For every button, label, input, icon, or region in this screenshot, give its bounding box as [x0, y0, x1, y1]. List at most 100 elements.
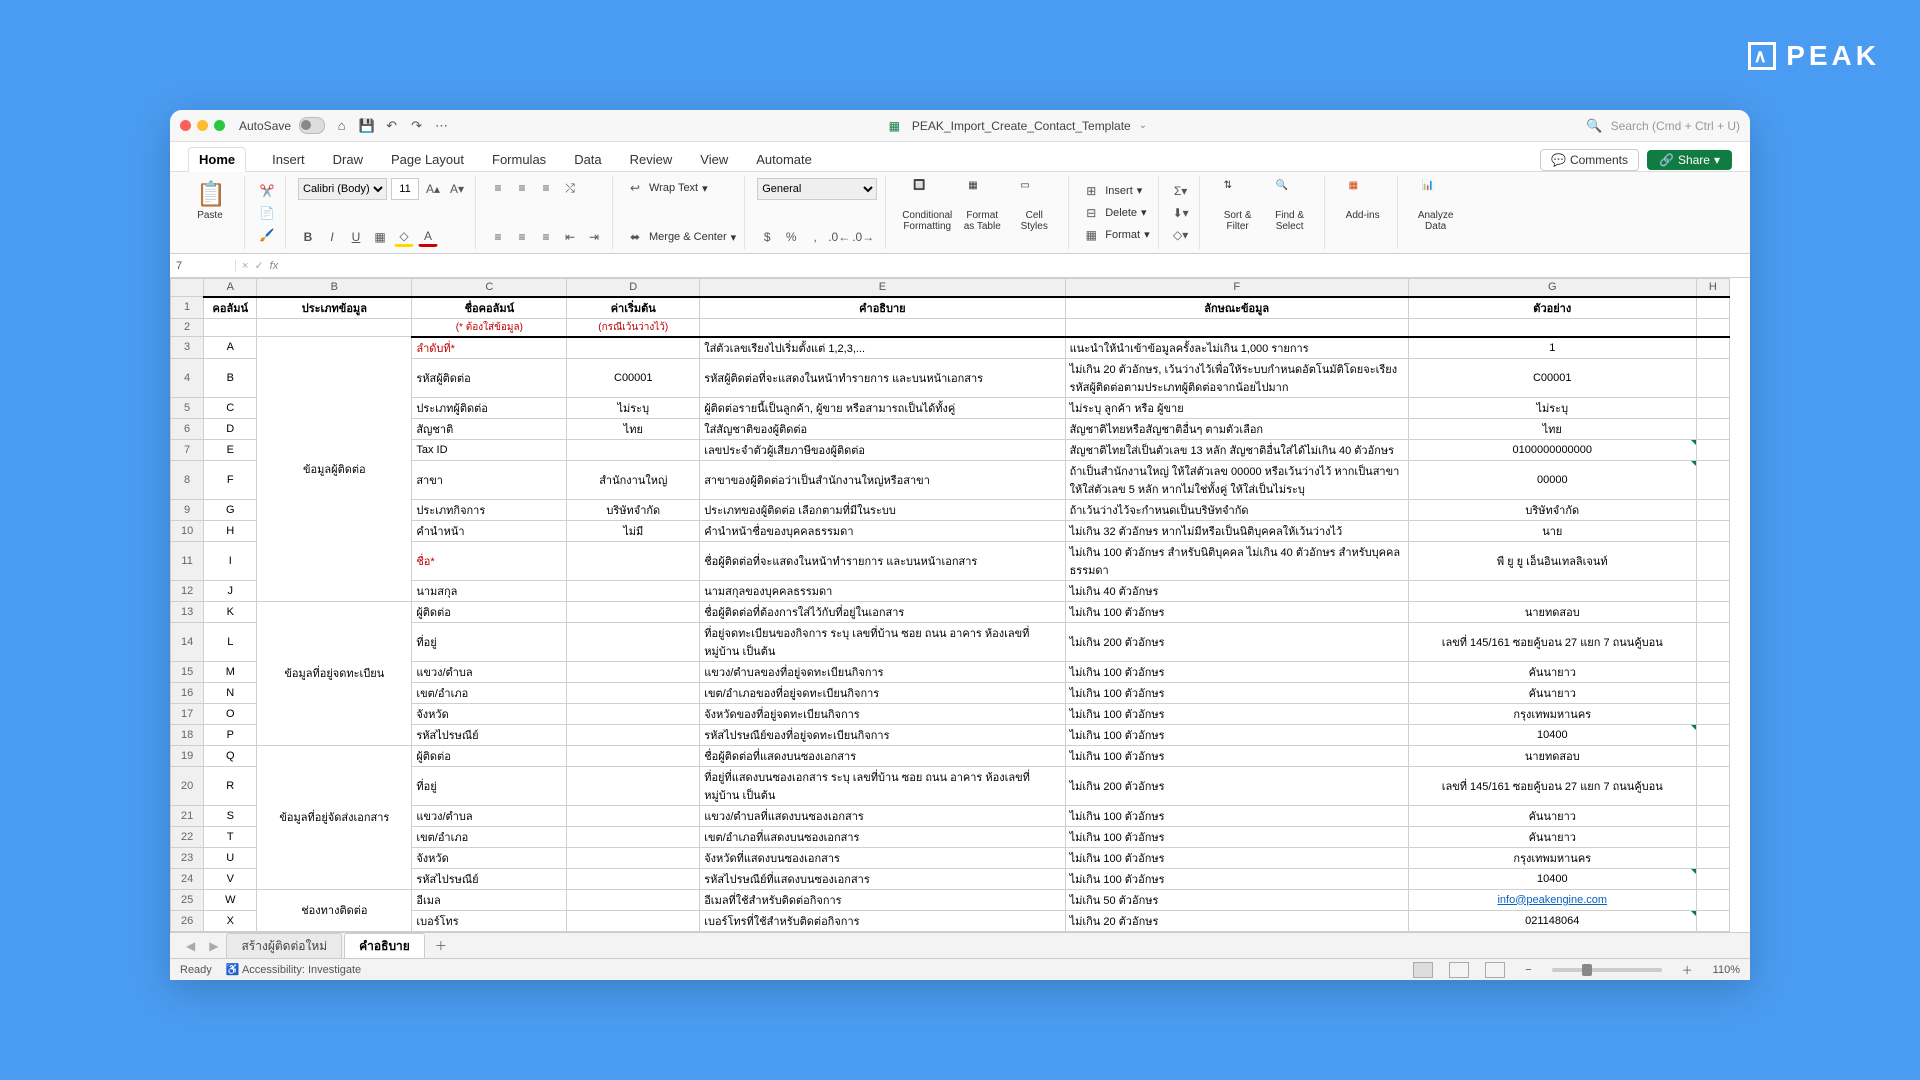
- align-middle-icon[interactable]: ≡: [512, 178, 532, 198]
- clear-icon[interactable]: ◇▾: [1171, 225, 1191, 245]
- indent-dec-icon[interactable]: ⇤: [560, 227, 580, 247]
- format-as-table-button[interactable]: ▦Format as Table: [956, 178, 1008, 247]
- ribbon-tabs: Home Insert Draw Page Layout Formulas Da…: [170, 142, 1750, 172]
- tab-insert[interactable]: Insert: [270, 148, 307, 171]
- sheet-nav-next-icon[interactable]: ▶: [203, 939, 224, 953]
- add-sheet-button[interactable]: ＋: [427, 934, 455, 957]
- percent-icon[interactable]: %: [781, 227, 801, 247]
- close-icon[interactable]: [180, 120, 191, 131]
- tab-home[interactable]: Home: [188, 147, 246, 172]
- inc-decimal-icon[interactable]: .0←: [829, 227, 849, 247]
- more-icon[interactable]: ⋯: [433, 117, 450, 134]
- tab-page-layout[interactable]: Page Layout: [389, 148, 466, 171]
- sheet-tab-1[interactable]: สร้างผู้ติดต่อใหม่: [226, 933, 342, 959]
- format-painter-icon[interactable]: 🖌️: [257, 225, 277, 245]
- window-controls[interactable]: [180, 120, 225, 131]
- zoom-level[interactable]: 110%: [1713, 964, 1740, 976]
- insert-cells-button[interactable]: ⊞Insert ▾: [1081, 181, 1149, 201]
- number-format-select[interactable]: General: [757, 178, 877, 200]
- italic-icon[interactable]: I: [322, 227, 342, 247]
- chevron-down-icon[interactable]: ⌄: [1139, 120, 1147, 131]
- minimize-icon[interactable]: [197, 120, 208, 131]
- tab-view[interactable]: View: [698, 148, 730, 171]
- enter-formula-icon[interactable]: ✓: [254, 259, 263, 272]
- header-column: คอลัมน์: [204, 297, 257, 319]
- currency-icon[interactable]: $: [757, 227, 777, 247]
- cell-styles-button[interactable]: ▭Cell Styles: [1008, 178, 1060, 247]
- analyze-data-button[interactable]: 📊Analyze Data: [1410, 178, 1462, 247]
- autosum-icon[interactable]: Σ▾: [1171, 181, 1191, 201]
- header-default: ค่าเริ่มต้น: [567, 297, 700, 319]
- cancel-formula-icon[interactable]: ×: [242, 260, 248, 272]
- comma-icon[interactable]: ,: [805, 227, 825, 247]
- decrease-font-icon[interactable]: A▾: [447, 179, 467, 199]
- delete-cells-button[interactable]: ⊟Delete ▾: [1081, 203, 1149, 223]
- find-select-button[interactable]: 🔍Find & Select: [1264, 178, 1316, 247]
- merge-center-button[interactable]: ⬌Merge & Center ▾: [625, 227, 736, 247]
- redo-icon[interactable]: ↷: [408, 117, 425, 134]
- align-top-icon[interactable]: ≡: [488, 178, 508, 198]
- tab-draw[interactable]: Draw: [331, 148, 365, 171]
- font-color-icon[interactable]: A: [418, 227, 438, 247]
- font-size-input[interactable]: [391, 178, 419, 200]
- bold-icon[interactable]: B: [298, 227, 318, 247]
- status-ready: Ready: [180, 964, 212, 976]
- addins-button[interactable]: ▦Add-ins: [1337, 178, 1389, 247]
- sheet-tab-2[interactable]: คำอธิบาย: [344, 933, 425, 959]
- tab-automate[interactable]: Automate: [754, 148, 814, 171]
- border-icon[interactable]: ▦: [370, 227, 390, 247]
- view-normal-icon[interactable]: [1413, 962, 1433, 978]
- sort-filter-button[interactable]: ⇅Sort & Filter: [1212, 178, 1264, 247]
- fx-icon[interactable]: fx: [270, 260, 279, 272]
- autosave-toggle[interactable]: [299, 117, 325, 134]
- zoom-slider[interactable]: [1552, 968, 1662, 972]
- zoom-out-icon[interactable]: −: [1519, 964, 1537, 976]
- save-icon[interactable]: 💾: [358, 117, 375, 134]
- table-row: 19Qข้อมูลที่อยู่จัดส่งเอกสารผู้ติดต่อชื่…: [171, 745, 1730, 766]
- sheet-nav-prev-icon[interactable]: ◀: [180, 939, 201, 953]
- filename[interactable]: PEAK_Import_Create_Contact_Template: [912, 119, 1131, 133]
- maximize-icon[interactable]: [214, 120, 225, 131]
- horizontal-scrollbar[interactable]: [170, 932, 1750, 933]
- align-right-icon[interactable]: ≡: [536, 227, 556, 247]
- search-input[interactable]: Search (Cmd + Ctrl + U): [1611, 119, 1740, 133]
- accessibility-status[interactable]: ♿ Accessibility: Investigate: [226, 963, 361, 976]
- align-bottom-icon[interactable]: ≡: [536, 178, 556, 198]
- share-button[interactable]: 🔗 Share ▾: [1647, 150, 1732, 170]
- spreadsheet-grid[interactable]: ABCDEFGH 1 คอลัมน์ ประเภทข้อมูล ชื่อคอลั…: [170, 278, 1750, 932]
- formula-input[interactable]: [284, 260, 1744, 272]
- home-icon[interactable]: ⌂: [333, 117, 350, 134]
- view-page-layout-icon[interactable]: [1449, 962, 1469, 978]
- view-page-break-icon[interactable]: [1485, 962, 1505, 978]
- column-headers[interactable]: ABCDEFGH: [171, 279, 1730, 297]
- undo-icon[interactable]: ↶: [383, 117, 400, 134]
- wrap-text-button[interactable]: ↩Wrap Text ▾: [625, 178, 736, 198]
- tab-formulas[interactable]: Formulas: [490, 148, 548, 171]
- tab-data[interactable]: Data: [572, 148, 603, 171]
- paste-button[interactable]: 📋Paste: [184, 178, 236, 223]
- align-left-icon[interactable]: ≡: [488, 227, 508, 247]
- copy-icon[interactable]: 📄: [257, 203, 277, 223]
- tab-review[interactable]: Review: [628, 148, 675, 171]
- align-center-icon[interactable]: ≡: [512, 227, 532, 247]
- format-cells-button[interactable]: ▦Format ▾: [1081, 225, 1149, 245]
- fill-icon[interactable]: ⬇▾: [1171, 203, 1191, 223]
- font-name-select[interactable]: Calibri (Body): [298, 178, 387, 200]
- table-row: 25Wช่องทางติดต่ออีเมลอีเมลที่ใช้สำหรับติ…: [171, 889, 1730, 910]
- dec-decimal-icon[interactable]: .0→: [853, 227, 873, 247]
- formula-bar: 7 × ✓ fx: [170, 254, 1750, 278]
- comments-button[interactable]: 💬 Comments: [1540, 149, 1639, 171]
- cut-icon[interactable]: ✂️: [257, 181, 277, 201]
- header-characteristics: ลักษณะข้อมูล: [1065, 297, 1408, 319]
- excel-icon: ▦: [889, 119, 900, 133]
- autosave-label: AutoSave: [239, 119, 291, 133]
- indent-inc-icon[interactable]: ⇥: [584, 227, 604, 247]
- header-example: ตัวอย่าง: [1408, 297, 1696, 319]
- name-box[interactable]: 7: [176, 260, 236, 272]
- conditional-formatting-button[interactable]: 🔲Conditional Formatting: [898, 178, 956, 247]
- underline-icon[interactable]: U: [346, 227, 366, 247]
- increase-font-icon[interactable]: A▴: [423, 179, 443, 199]
- orientation-icon[interactable]: ⤭: [560, 178, 580, 198]
- zoom-in-icon[interactable]: ＋: [1676, 962, 1699, 978]
- fill-color-icon[interactable]: ◇: [394, 227, 414, 247]
